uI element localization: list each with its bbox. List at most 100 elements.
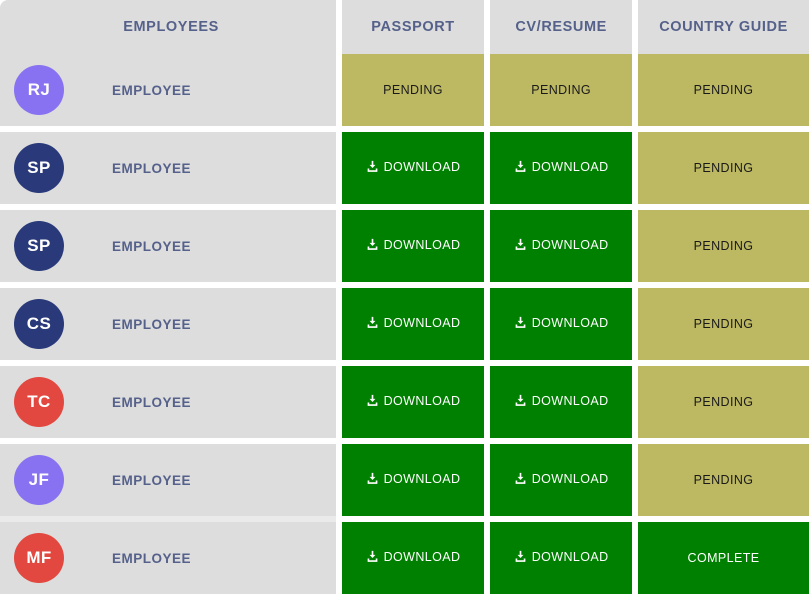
column-header-passport[interactable]: PASSPORT (341, 0, 485, 54)
employee-name: EMPLOYEE (112, 394, 192, 410)
download-label: DOWNLOAD (531, 237, 609, 252)
status-badge: COMPLETE (687, 551, 760, 565)
column-header-country-guide[interactable]: COUNTRY GUIDE (638, 0, 809, 54)
cell-cv-resume-pending: PENDING (489, 54, 633, 126)
cell-cv-resume-download[interactable]: DOWNLOAD (489, 210, 633, 282)
download-icon (366, 394, 379, 407)
employee-name: EMPLOYEE (112, 472, 192, 488)
avatar: MF (14, 533, 64, 583)
status-badge: PENDING (693, 395, 754, 409)
download-button[interactable]: DOWNLOAD (514, 316, 609, 330)
avatar-initials: TC (27, 392, 51, 411)
status-badge: PENDING (693, 161, 754, 175)
download-label: DOWNLOAD (383, 159, 461, 174)
table-row[interactable]: MF EMPLOYEE DOWNLOAD DOWNLOAD COMPLETE (0, 522, 809, 594)
download-label: DOWNLOAD (531, 159, 609, 174)
employee-name: EMPLOYEE (112, 316, 192, 332)
download-label: DOWNLOAD (383, 471, 461, 486)
table-row[interactable]: SP EMPLOYEE DOWNLOAD DOWNLOAD PENDING (0, 132, 809, 204)
cell-country-guide-pending: PENDING (638, 288, 809, 360)
avatar: CS (14, 299, 64, 349)
cell-cv-resume-download[interactable]: DOWNLOAD (489, 132, 633, 204)
cell-employee[interactable]: RJ EMPLOYEE (0, 54, 337, 126)
download-icon (514, 550, 527, 563)
status-badge: PENDING (693, 317, 754, 331)
download-icon (366, 238, 379, 251)
cell-country-guide-pending: PENDING (638, 132, 809, 204)
download-label: DOWNLOAD (531, 471, 609, 486)
cell-passport-download[interactable]: DOWNLOAD (341, 288, 485, 360)
avatar: SP (14, 221, 64, 271)
download-icon (366, 160, 379, 173)
avatar-initials: CS (26, 314, 52, 333)
column-header-employees[interactable]: EMPLOYEES (0, 0, 337, 54)
table-row[interactable]: CS EMPLOYEE DOWNLOAD DOWNLOAD PENDING (0, 288, 809, 360)
cell-employee[interactable]: JF EMPLOYEE (0, 444, 337, 516)
avatar: SP (14, 143, 64, 193)
table-row[interactable]: TC EMPLOYEE DOWNLOAD DOWNLOAD PENDING (0, 366, 809, 438)
table-row[interactable]: SP EMPLOYEE DOWNLOAD DOWNLOAD PENDING (0, 210, 809, 282)
cell-country-guide-pending: PENDING (638, 444, 809, 516)
cell-cv-resume-download[interactable]: DOWNLOAD (489, 366, 633, 438)
download-button[interactable]: DOWNLOAD (366, 316, 461, 330)
download-button[interactable]: DOWNLOAD (514, 550, 609, 564)
download-icon (514, 472, 527, 485)
cell-country-guide-pending: PENDING (638, 366, 809, 438)
status-badge: PENDING (531, 83, 592, 97)
employee-name: EMPLOYEE (112, 238, 192, 254)
avatar-initials: RJ (27, 80, 51, 99)
download-icon (514, 160, 527, 173)
download-icon (366, 550, 379, 563)
download-label: DOWNLOAD (383, 393, 461, 408)
download-button[interactable]: DOWNLOAD (366, 238, 461, 252)
cell-employee[interactable]: MF EMPLOYEE (0, 522, 337, 594)
cell-country-guide-complete: COMPLETE (638, 522, 809, 594)
download-button[interactable]: DOWNLOAD (366, 472, 461, 486)
avatar: RJ (14, 65, 64, 115)
download-label: DOWNLOAD (531, 315, 609, 330)
download-icon (514, 238, 527, 251)
download-button[interactable]: DOWNLOAD (514, 472, 609, 486)
avatar: JF (14, 455, 64, 505)
download-button[interactable]: DOWNLOAD (366, 550, 461, 564)
download-label: DOWNLOAD (531, 393, 609, 408)
download-label: DOWNLOAD (531, 549, 609, 564)
avatar-initials: JF (28, 470, 50, 489)
status-badge: PENDING (693, 473, 754, 487)
employee-name: EMPLOYEE (112, 550, 192, 566)
status-badge: PENDING (383, 83, 443, 97)
download-icon (366, 472, 379, 485)
avatar-initials: MF (26, 548, 52, 567)
table-row[interactable]: RJ EMPLOYEE PENDING PENDING PENDING (0, 54, 809, 126)
cell-cv-resume-download[interactable]: DOWNLOAD (489, 444, 633, 516)
download-label: DOWNLOAD (383, 237, 461, 252)
cell-employee[interactable]: SP EMPLOYEE (0, 132, 337, 204)
cell-cv-resume-download[interactable]: DOWNLOAD (489, 522, 633, 594)
cell-passport-pending: PENDING (341, 54, 485, 126)
cell-employee[interactable]: SP EMPLOYEE (0, 210, 337, 282)
cell-passport-download[interactable]: DOWNLOAD (341, 132, 485, 204)
download-button[interactable]: DOWNLOAD (514, 238, 609, 252)
download-label: DOWNLOAD (383, 315, 461, 330)
column-header-cv-resume[interactable]: CV/RESUME (489, 0, 633, 54)
cell-passport-download[interactable]: DOWNLOAD (341, 444, 485, 516)
employee-name: EMPLOYEE (112, 160, 192, 176)
download-button[interactable]: DOWNLOAD (514, 394, 609, 408)
cell-passport-download[interactable]: DOWNLOAD (341, 522, 485, 594)
download-button[interactable]: DOWNLOAD (366, 394, 461, 408)
cell-cv-resume-download[interactable]: DOWNLOAD (489, 288, 633, 360)
avatar-initials: SP (27, 158, 51, 177)
cell-employee[interactable]: CS EMPLOYEE (0, 288, 337, 360)
download-button[interactable]: DOWNLOAD (514, 160, 609, 174)
table-body: RJ EMPLOYEE PENDING PENDING PENDING SP EMPLOYE… (0, 54, 809, 594)
table-row[interactable]: JF EMPLOYEE DOWNLOAD DOWNLOAD PENDING (0, 444, 809, 516)
employee-name: EMPLOYEE (112, 82, 192, 98)
cell-employee[interactable]: TC EMPLOYEE (0, 366, 337, 438)
table-header-row: EMPLOYEES PASSPORT CV/RESUME COUNTRY GUI… (0, 0, 809, 54)
cell-passport-download[interactable]: DOWNLOAD (341, 366, 485, 438)
avatar-initials: SP (27, 236, 51, 255)
table-header: EMPLOYEES PASSPORT CV/RESUME COUNTRY GUI… (0, 0, 809, 54)
download-icon (366, 316, 379, 329)
cell-passport-download[interactable]: DOWNLOAD (341, 210, 485, 282)
download-button[interactable]: DOWNLOAD (366, 160, 461, 174)
